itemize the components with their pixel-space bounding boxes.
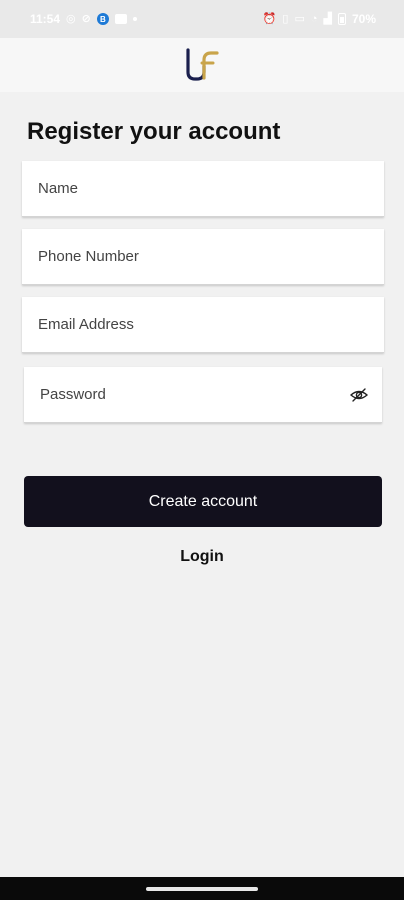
email-input[interactable] xyxy=(22,297,384,352)
page-title: Register your account xyxy=(27,118,281,145)
status-time: 11:54 xyxy=(30,12,61,26)
password-input[interactable] xyxy=(24,367,382,422)
alarm-icon: ⏰ xyxy=(262,12,277,25)
status-bar: 11:54 ◎ ⊘ B ⏰ ▯ ▭ ◔ ▟ 70% xyxy=(0,0,404,38)
phone-field[interactable] xyxy=(22,229,384,285)
no-sim-icon: ⊘ xyxy=(81,12,91,25)
status-left: 11:54 ◎ ⊘ B xyxy=(30,12,137,26)
vibrate-icon: ▯ xyxy=(282,12,289,25)
name-field[interactable] xyxy=(22,161,384,217)
volte-icon: ▭ xyxy=(294,12,305,25)
app-badge-icon: B xyxy=(96,13,109,25)
battery-level: 70% xyxy=(351,12,376,26)
notification-icon: ◎ xyxy=(66,12,76,25)
brand-logo-icon xyxy=(186,48,219,81)
navigation-bar xyxy=(0,877,404,900)
dot-icon xyxy=(132,17,137,21)
message-icon xyxy=(114,14,127,24)
app-header xyxy=(0,38,404,92)
name-input[interactable] xyxy=(22,161,384,216)
wifi-icon: ◔ xyxy=(310,12,318,25)
password-field[interactable] xyxy=(24,367,382,423)
status-right: ⏰ ▯ ▭ ◔ ▟ 70% xyxy=(263,12,376,26)
home-indicator[interactable] xyxy=(146,886,258,891)
battery-icon xyxy=(337,13,346,25)
create-account-button[interactable]: Create account xyxy=(24,476,382,527)
login-link[interactable]: Login xyxy=(0,548,404,566)
phone-input[interactable] xyxy=(22,229,384,284)
eye-off-icon[interactable] xyxy=(350,387,368,403)
email-field[interactable] xyxy=(22,297,384,353)
register-screen: 11:54 ◎ ⊘ B ⏰ ▯ ▭ ◔ ▟ 70% Register your … xyxy=(0,0,404,900)
signal-icon: ▟ xyxy=(323,12,332,25)
